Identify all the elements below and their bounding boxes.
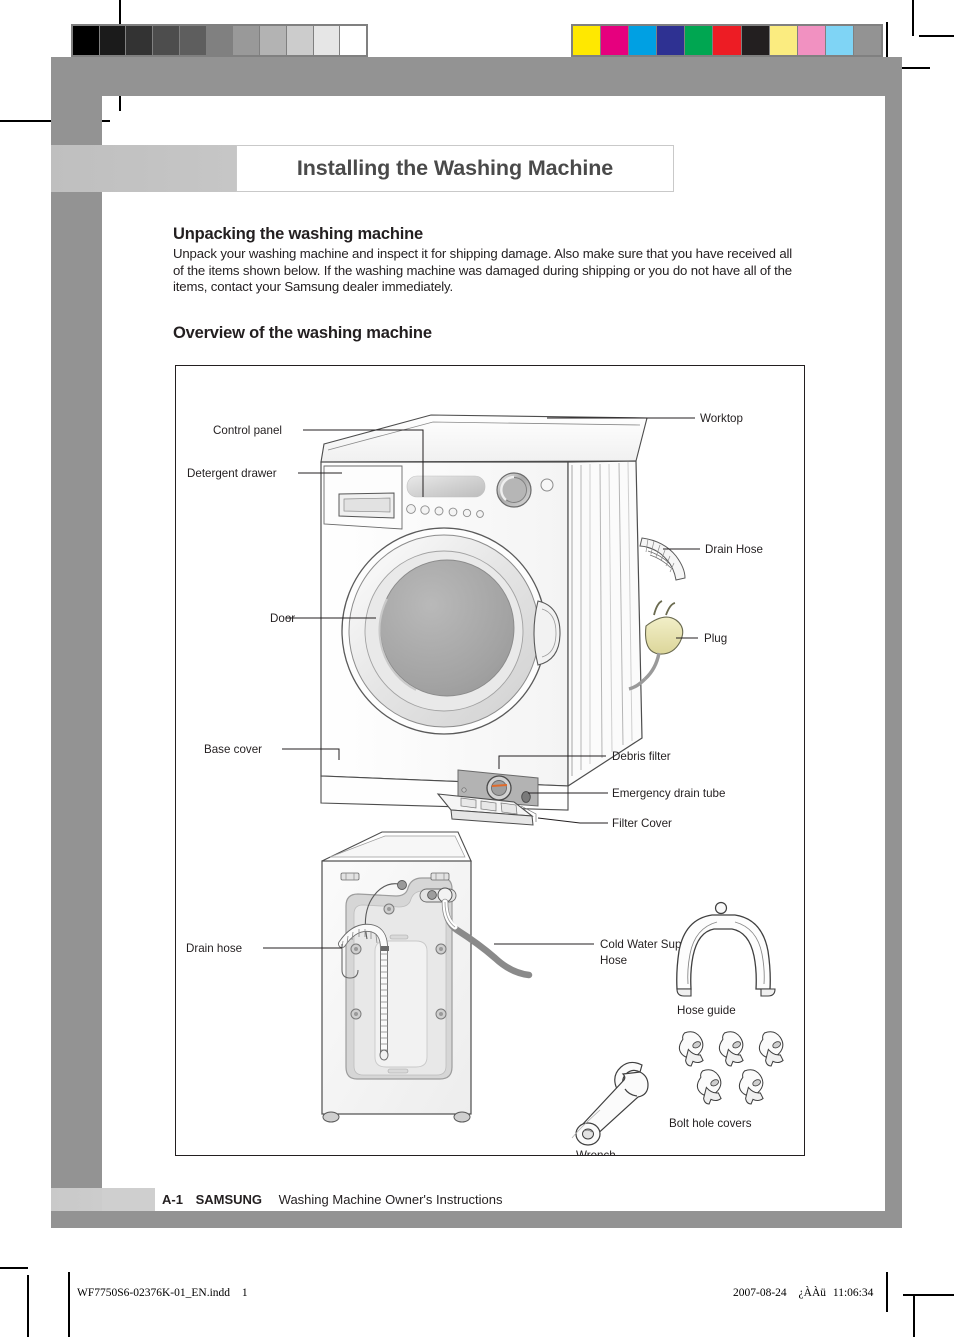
overview-heading: Overview of the washing machine xyxy=(173,323,432,342)
crop-mark-slug-left-rule xyxy=(68,1272,70,1337)
gray-swatch-2 xyxy=(125,26,153,55)
washing-machine-overview-illustration: Control panel Detergent drawer Door Base… xyxy=(186,412,784,1155)
page-frame-top xyxy=(51,57,902,96)
crop-mark-inner-right xyxy=(902,67,930,69)
page-title: Installing the Washing Machine xyxy=(296,156,614,180)
color-swatch-6 xyxy=(740,26,769,55)
page-title-box: Installing the Washing Machine xyxy=(236,145,674,192)
unpacking-heading: Unpacking the washing machine xyxy=(173,225,423,243)
print-slug-right: 2007-08-24 ¿ÀÀü 11:06:34 xyxy=(733,1287,873,1299)
footer-gradient-band-extension xyxy=(102,1188,155,1211)
gray-swatch-4 xyxy=(178,26,206,55)
footer-page-number: A-1 xyxy=(162,1192,183,1207)
color-swatch-1 xyxy=(600,26,629,55)
page-frame-corner-accent xyxy=(51,57,102,145)
label-emergency-drain-tube: Emergency drain tube xyxy=(612,787,725,800)
color-swatch-2 xyxy=(628,26,657,55)
label-worktop: Worktop xyxy=(700,412,743,425)
gray-swatch-3 xyxy=(152,26,179,55)
label-filter-cover: Filter Cover xyxy=(612,817,672,830)
gray-swatch-9 xyxy=(312,26,340,55)
header-gradient-band xyxy=(51,145,236,192)
footer-document-title: Washing Machine Owner's Instructions xyxy=(278,1192,503,1207)
crop-mark-bottom-left-horizontal xyxy=(0,1267,28,1269)
accessory-bolt-hole-covers xyxy=(678,1031,784,1105)
color-swatch-4 xyxy=(684,26,713,55)
print-slug-filename: WF7750S6-02376K-01_EN.indd xyxy=(77,1287,231,1299)
print-slug-date: 2007-08-24 xyxy=(733,1287,787,1299)
crop-mark-bottom-left-vertical xyxy=(27,1275,29,1337)
gray-swatch-10 xyxy=(339,26,367,55)
crop-mark-bottom-right-horizontal xyxy=(903,1294,954,1296)
color-swatch-8 xyxy=(796,26,825,55)
page-frame-left xyxy=(51,57,102,1228)
gray-swatch-7 xyxy=(259,26,286,55)
page-frame-right xyxy=(885,57,902,1228)
unpacking-body: Unpack your washing machine and inspect … xyxy=(173,246,793,295)
crop-mark-slug-right-rule xyxy=(886,1272,888,1312)
rear-view-machine xyxy=(321,831,533,1123)
color-swatch-7 xyxy=(768,26,797,55)
label-door: Door xyxy=(270,612,295,625)
gray-swatch-6 xyxy=(232,26,260,55)
print-slug-time: 11:06:34 xyxy=(832,1287,874,1299)
gray-swatch-8 xyxy=(285,26,313,55)
label-debris-filter: Debris filter xyxy=(612,750,671,763)
label-drain-hose-rear: Drain hose xyxy=(186,942,242,955)
footer: A-1 SAMSUNG Washing Machine Owner's Inst… xyxy=(162,1192,502,1207)
gray-swatch-1 xyxy=(98,26,126,55)
label-cold-water-supply-hose-line2: Hose xyxy=(600,954,627,967)
label-drain-hose-front: Drain Hose xyxy=(705,543,763,556)
page-title-underline xyxy=(236,191,674,192)
accessory-wrench xyxy=(571,1061,649,1146)
print-slug-time-marker: ¿ÀÀü xyxy=(798,1287,827,1299)
color-swatch-10 xyxy=(852,26,882,55)
crop-mark-top-right-horizontal xyxy=(919,35,954,37)
label-plug: Plug xyxy=(704,632,727,645)
crop-mark-top-right-vertical xyxy=(912,0,914,36)
front-view-machine xyxy=(320,414,686,826)
label-detergent-drawer: Detergent drawer xyxy=(187,467,277,480)
label-wrench: Wrench xyxy=(576,1149,616,1155)
color-calibration-strip xyxy=(571,24,883,57)
grayscale-calibration-strip xyxy=(71,24,368,57)
accessory-hose-guide xyxy=(676,901,776,997)
gray-swatch-0 xyxy=(73,26,99,55)
color-swatch-5 xyxy=(712,26,741,55)
label-bolt-hole-covers: Bolt hole covers xyxy=(669,1117,752,1130)
crop-mark-bottom-right-vertical xyxy=(913,1296,915,1337)
label-base-cover: Base cover xyxy=(204,743,262,756)
label-hose-guide: Hose guide xyxy=(677,1004,736,1017)
gray-swatch-5 xyxy=(205,26,233,55)
label-control-panel: Control panel xyxy=(213,424,282,437)
page-frame-bottom xyxy=(51,1211,902,1228)
color-swatch-3 xyxy=(656,26,685,55)
print-slug-page: 1 xyxy=(241,1287,248,1299)
print-slug-left: WF7750S6-02376K-01_EN.indd 1 xyxy=(77,1287,248,1299)
footer-brand: SAMSUNG xyxy=(195,1192,263,1207)
color-swatch-9 xyxy=(824,26,853,55)
overview-figure-box: Control panel Detergent drawer Door Base… xyxy=(175,365,805,1156)
color-swatch-0 xyxy=(573,26,601,55)
content-area: Unpacking the washing machine Unpack you… xyxy=(173,225,813,343)
